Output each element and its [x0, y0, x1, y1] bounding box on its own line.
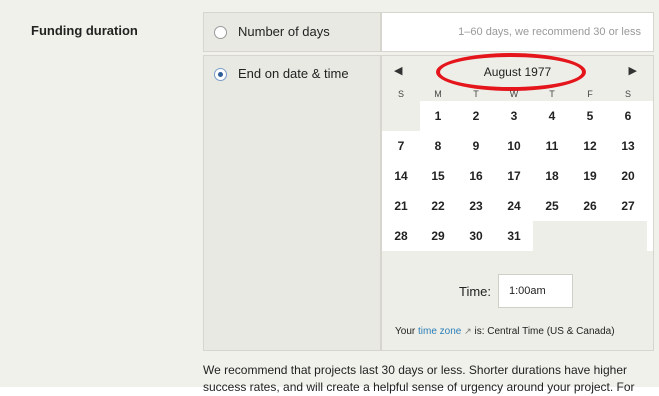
days-placeholder: 1–60 days, we recommend 30 or less	[458, 26, 641, 38]
weekday-label: W	[509, 89, 519, 99]
calendar-day[interactable]: 2	[457, 101, 495, 131]
calendar-day[interactable]: 22	[419, 191, 457, 221]
calendar-day[interactable]: 10	[495, 131, 533, 161]
time-row: Time: 1:00am	[382, 273, 653, 309]
section-label: Funding duration	[31, 23, 138, 38]
calendar-day[interactable]: 29	[419, 221, 457, 251]
external-link-icon: ↗	[464, 326, 472, 336]
time-input[interactable]: 1:00am	[498, 274, 573, 308]
end-date-option[interactable]: End on date & time	[203, 55, 381, 351]
weekday-label: F	[587, 89, 593, 99]
calendar-day[interactable]: 28	[382, 221, 420, 251]
calendar-day[interactable]: 21	[382, 191, 420, 221]
calendar: ◀ August 1977 ▶ SMTWTFS 1 2 3 4 5 6 7 8 9 10 11 12 1…	[381, 53, 654, 351]
weekday-label: S	[397, 89, 404, 99]
weekday-header: SMTWTFS	[382, 89, 653, 101]
calendar-empty-cell	[382, 101, 420, 131]
calendar-empty-cell	[533, 221, 571, 251]
calendar-day[interactable]: 25	[533, 191, 571, 221]
timezone-link[interactable]: time zone	[418, 326, 461, 337]
timezone-prefix: Your	[395, 326, 416, 337]
calendar-day[interactable]: 23	[457, 191, 495, 221]
calendar-empty-cell	[609, 221, 647, 251]
calendar-day[interactable]: 5	[571, 101, 609, 131]
calendar-day[interactable]: 30	[457, 221, 495, 251]
calendar-day[interactable]: 27	[609, 191, 647, 221]
number-of-days-label: Number of days	[238, 24, 330, 39]
funding-duration-panel: Funding duration Number of days 1–60 day…	[0, 0, 659, 394]
calendar-day[interactable]: 7	[382, 131, 420, 161]
calendar-day[interactable]: 4	[533, 101, 571, 131]
time-label: Time:	[459, 284, 492, 299]
calendar-day[interactable]: 8	[419, 131, 457, 161]
duration-description: We recommend that projects last 30 days …	[203, 363, 635, 394]
number-of-days-radio[interactable]	[214, 26, 227, 39]
calendar-grid: 1 2 3 4 5 6 7 8 9 10 11 12 13 14 15 16 17 18 19 20 21 22 23 24 2…	[382, 101, 653, 251]
weekday-label: M	[434, 89, 442, 99]
calendar-day[interactable]: 26	[571, 191, 609, 221]
number-of-days-option[interactable]: Number of days	[203, 12, 381, 52]
calendar-day[interactable]: 17	[495, 161, 533, 191]
calendar-day[interactable]: 6	[609, 101, 647, 131]
calendar-day[interactable]: 11	[533, 131, 571, 161]
calendar-day[interactable]: 24	[495, 191, 533, 221]
red-annotation-ellipse	[436, 53, 586, 91]
calendar-day[interactable]: 3	[495, 101, 533, 131]
end-date-label: End on date & time	[238, 66, 349, 81]
weekday-label: S	[624, 89, 631, 99]
calendar-day[interactable]: 31	[495, 221, 533, 251]
calendar-day[interactable]: 20	[609, 161, 647, 191]
calendar-day[interactable]: 1	[419, 101, 457, 131]
calendar-day[interactable]: 14	[382, 161, 420, 191]
calendar-empty-cell	[571, 221, 609, 251]
calendar-day[interactable]: 9	[457, 131, 495, 161]
end-date-radio[interactable]	[214, 68, 227, 81]
number-of-days-input[interactable]: 1–60 days, we recommend 30 or less	[381, 12, 654, 52]
calendar-header: ◀ August 1977 ▶	[382, 53, 653, 91]
weekday-label: T	[549, 89, 555, 99]
calendar-day[interactable]: 12	[571, 131, 609, 161]
next-month-icon[interactable]: ▶	[629, 64, 637, 77]
calendar-day[interactable]: 15	[419, 161, 457, 191]
timezone-suffix: is: Central Time (US & Canada)	[474, 326, 615, 337]
weekday-label: T	[473, 89, 479, 99]
calendar-day[interactable]: 16	[457, 161, 495, 191]
calendar-day[interactable]: 18	[533, 161, 571, 191]
calendar-day[interactable]: 13	[609, 131, 647, 161]
calendar-day[interactable]: 19	[571, 161, 609, 191]
timezone-note: Your time zone ↗ is: Central Time (US & …	[395, 326, 615, 337]
